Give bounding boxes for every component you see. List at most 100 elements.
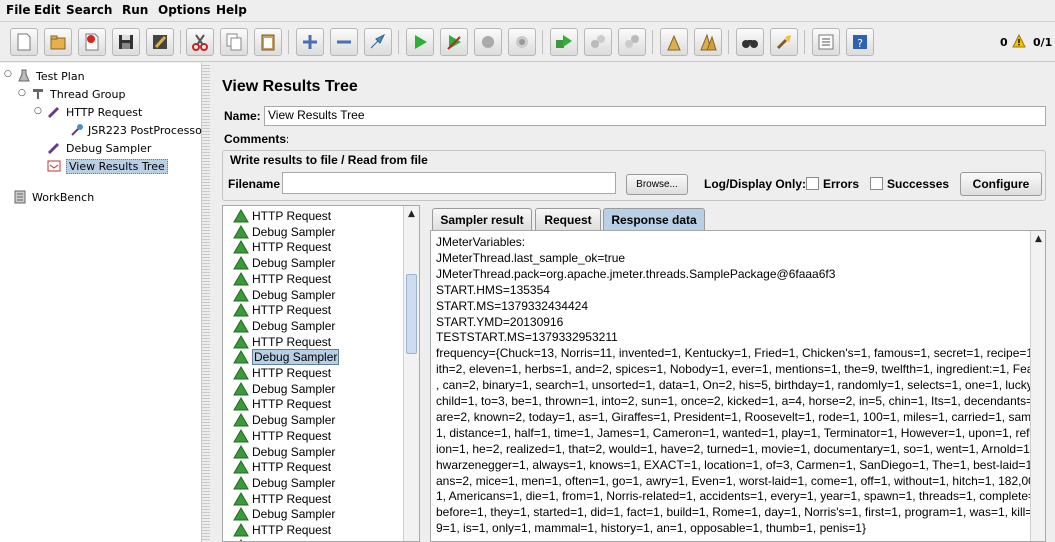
result-item[interactable]: Debug Sampler	[233, 318, 335, 334]
start-icon[interactable]	[406, 28, 434, 56]
toggle-icon[interactable]	[364, 28, 392, 56]
remote-stop-icon[interactable]	[584, 28, 612, 56]
scrollbar-thumb[interactable]	[406, 274, 417, 354]
reset-search-icon[interactable]	[770, 28, 798, 56]
help-icon[interactable]: ?	[846, 28, 874, 56]
tree-expander[interactable]: ○	[34, 106, 44, 116]
tree-expander[interactable]: ○	[18, 88, 28, 98]
result-item[interactable]: HTTP Request	[233, 334, 331, 350]
scroll-up-icon[interactable]: ▲	[404, 206, 419, 221]
tree-item-workbench[interactable]: WorkBench	[12, 188, 94, 206]
new-icon[interactable]	[10, 28, 38, 56]
configure-button[interactable]: Configure	[960, 172, 1042, 196]
start-no-pauses-icon[interactable]	[440, 28, 468, 56]
result-item[interactable]: HTTP Request	[233, 365, 331, 381]
result-item[interactable]: HTTP Request	[233, 459, 331, 475]
errors-checkbox[interactable]	[806, 177, 819, 190]
result-item[interactable]: HTTP Request	[233, 491, 331, 507]
menu-run[interactable]: Run	[122, 3, 148, 17]
search-icon[interactable]	[736, 28, 764, 56]
menu-search[interactable]: Search	[66, 3, 112, 17]
response-line: JMeterThread.last_sample_ok=true	[436, 250, 626, 265]
sampler-icon	[46, 104, 62, 120]
comments-label: Comments:	[224, 132, 291, 146]
result-item[interactable]: Debug Sampler	[233, 349, 340, 366]
successes-checkbox[interactable]	[870, 177, 883, 190]
tab-sampler-result[interactable]: Sampler result	[432, 208, 532, 230]
result-item[interactable]: Debug Sampler	[233, 444, 335, 460]
result-item[interactable]: Debug Sampler	[233, 412, 335, 428]
copy-icon[interactable]	[220, 28, 248, 56]
function-helper-icon[interactable]	[812, 28, 840, 56]
result-item[interactable]: Debug Sampler	[233, 506, 335, 522]
clear-all-icon[interactable]	[694, 28, 722, 56]
menu-help[interactable]: Help	[216, 3, 247, 17]
menu-file[interactable]: File	[6, 3, 31, 17]
menu-options[interactable]: Options	[158, 3, 211, 17]
tree-expander[interactable]: ○	[4, 69, 14, 79]
comments-field[interactable]	[288, 128, 1046, 148]
warning-icon[interactable]	[1012, 33, 1026, 51]
filename-label: Filename	[228, 177, 281, 191]
filename-input[interactable]	[282, 172, 616, 194]
response-line: hwarzenegger=1, always=1, knows=1, EXACT…	[436, 457, 1036, 472]
tree-item-debug-sampler[interactable]: Debug Sampler	[46, 139, 151, 157]
success-icon	[233, 507, 249, 521]
result-item[interactable]: Debug Sampler	[233, 224, 335, 240]
splitter[interactable]	[202, 63, 210, 542]
expand-icon[interactable]	[296, 28, 324, 56]
response-data-panel[interactable]: JMeterVariables: JMeterThread.last_sample…	[430, 230, 1046, 542]
success-icon	[233, 475, 249, 490]
cut-icon[interactable]	[186, 28, 214, 56]
scroll-up-icon[interactable]: ▲	[1031, 231, 1045, 246]
result-item[interactable]: HTTP Request	[233, 428, 331, 444]
success-icon	[233, 303, 249, 317]
toolbar-separator	[288, 30, 289, 54]
result-item-label: HTTP Request	[252, 523, 332, 537]
success-icon	[233, 397, 249, 411]
tree-item-view-results-tree[interactable]: View Results Tree	[46, 157, 168, 175]
result-item[interactable]: Debug Sampler	[233, 475, 335, 491]
tree-item-http-request[interactable]: HTTP Request	[46, 103, 142, 121]
tree-item-jsr223-postprocessor[interactable]: JSR223 PostProcessor	[70, 121, 202, 139]
clear-icon[interactable]	[660, 28, 688, 56]
paste-icon[interactable]	[254, 28, 282, 56]
result-item[interactable]: Debug Sampler	[233, 538, 335, 541]
result-item[interactable]: HTTP Request	[233, 239, 331, 255]
toolbar-separator	[180, 30, 181, 54]
result-item[interactable]: Debug Sampler	[233, 255, 335, 271]
success-icon	[233, 240, 249, 254]
result-item[interactable]: HTTP Request	[233, 396, 331, 412]
open-icon[interactable]	[78, 28, 106, 56]
shutdown-icon[interactable]	[508, 28, 536, 56]
postprocessor-icon	[70, 122, 84, 138]
success-icon	[233, 366, 249, 380]
result-item-label: HTTP Request	[252, 428, 332, 443]
remote-shutdown-icon[interactable]	[618, 28, 646, 56]
remote-start-icon[interactable]	[550, 28, 578, 56]
response-line: 1, distance=1, half=1, time=1, James=1, …	[436, 425, 1033, 440]
collapse-icon[interactable]	[330, 28, 358, 56]
save-as-icon[interactable]	[146, 28, 174, 56]
success-icon	[233, 491, 249, 506]
response-line: , can=2, binary=1, search=1, unsorted=1,…	[436, 378, 1040, 393]
result-item[interactable]: HTTP Request	[233, 522, 331, 538]
browse-button[interactable]: Browse...	[626, 174, 688, 195]
tab-response-data[interactable]: Response data	[603, 208, 705, 231]
stop-icon[interactable]	[474, 28, 502, 56]
result-item[interactable]: Debug Sampler	[233, 381, 335, 397]
response-scrollbar[interactable]: ▲	[1030, 231, 1045, 541]
tree-item-thread-group[interactable]: Thread Group	[30, 85, 125, 103]
result-item[interactable]: Debug Sampler	[233, 287, 335, 303]
result-item[interactable]: HTTP Request	[233, 271, 331, 287]
name-field[interactable]: View Results Tree	[264, 106, 1046, 126]
tree-item-test-plan[interactable]: Test Plan	[16, 67, 85, 85]
templates-icon[interactable]	[44, 28, 72, 56]
result-item-label: HTTP Request	[252, 334, 332, 349]
tab-request[interactable]: Request	[535, 208, 601, 230]
result-item[interactable]: HTTP Request	[233, 302, 331, 318]
result-item[interactable]: HTTP Request	[233, 208, 331, 224]
results-scrollbar[interactable]: ▲	[403, 206, 419, 541]
menu-edit[interactable]: Edit	[34, 3, 61, 17]
save-icon[interactable]	[112, 28, 140, 56]
